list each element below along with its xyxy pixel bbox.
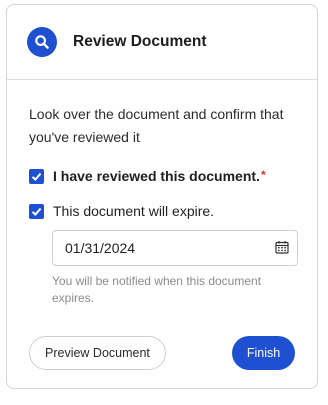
card-actions: Preview Document Finish xyxy=(29,336,295,370)
checkmark-icon xyxy=(31,207,42,216)
expire-checkbox[interactable] xyxy=(29,203,44,219)
card-title: Review Document xyxy=(73,33,207,50)
reviewed-label-text: I have reviewed this document. xyxy=(53,168,260,184)
intro-text: Look over the document and confirm that … xyxy=(29,106,284,145)
checkmark-icon xyxy=(31,172,42,181)
finish-button[interactable]: Finish xyxy=(232,336,295,370)
calendar-icon[interactable] xyxy=(275,240,289,257)
expire-checkbox-label: This document will expire. xyxy=(53,203,215,219)
expiry-help-text: You will be notified when this document … xyxy=(52,274,262,305)
expiry-date-input[interactable]: 01/31/2024 xyxy=(52,230,298,266)
expire-checkbox-row[interactable]: This document will expire. xyxy=(29,203,295,219)
card-header: Review Document xyxy=(7,5,317,80)
expiry-date-value: 01/31/2024 xyxy=(65,240,136,256)
review-document-card: Review Document Look over the document a… xyxy=(6,4,318,389)
reviewed-checkbox[interactable] xyxy=(29,168,44,184)
reviewed-checkbox-row[interactable]: I have reviewed this document.* xyxy=(29,168,295,184)
reviewed-checkbox-label: I have reviewed this document.* xyxy=(53,168,266,184)
search-icon xyxy=(27,27,57,57)
preview-document-button[interactable]: Preview Document xyxy=(29,336,166,370)
card-body: Look over the document and confirm that … xyxy=(7,103,317,370)
required-asterisk: * xyxy=(260,168,266,182)
